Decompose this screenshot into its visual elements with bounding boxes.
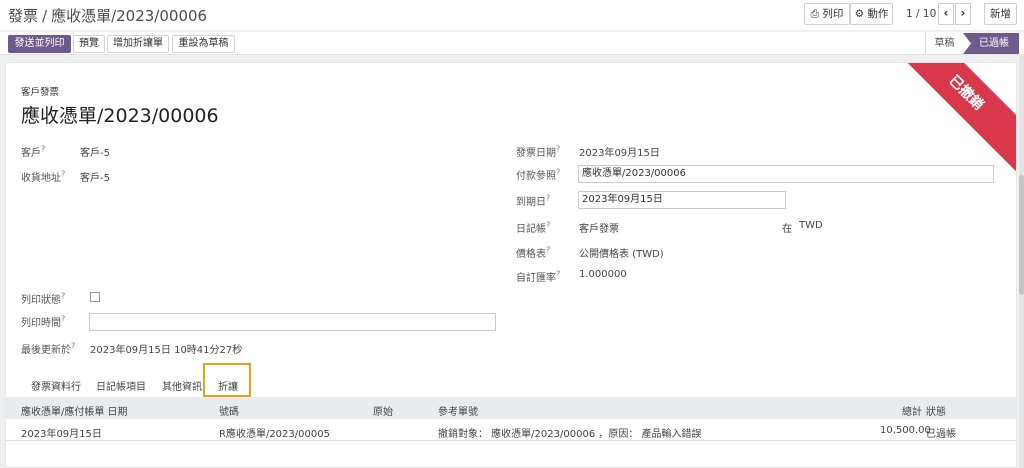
- print-time-label: 列印時間?: [21, 314, 66, 329]
- help-icon[interactable]: ?: [556, 270, 560, 279]
- column-header-reference[interactable]: 參考單號: [438, 403, 478, 418]
- form-statusbar: 發送並列印 預覽 增加折讓單 重設為草稿 草稿 已過帳: [0, 32, 1024, 55]
- row-status: 已過帳: [926, 429, 956, 440]
- print-status-label: 列印狀態?: [21, 291, 66, 306]
- row-reference: 撤銷對象： 應收憑單/2023/00006 ，原因： 產品輸入錯誤: [438, 429, 702, 440]
- invoice-title: 應收憑單/2023/00006: [21, 105, 219, 127]
- journal-in-label: 在: [782, 224, 792, 235]
- help-icon[interactable]: ?: [61, 292, 65, 301]
- help-icon[interactable]: ?: [71, 342, 75, 351]
- print-label: 列印: [822, 8, 844, 20]
- invoice-date-label: 發票日期?: [516, 144, 561, 159]
- print-button[interactable]: ⎙ 列印: [804, 3, 850, 25]
- pager-previous-button[interactable]: ‹: [938, 3, 954, 25]
- customer-label: 客戶?: [21, 144, 46, 159]
- help-icon[interactable]: ?: [546, 246, 550, 255]
- customer-value[interactable]: 客戶-5: [80, 144, 110, 159]
- column-header-date[interactable]: 應收憑單/應付帳單 日期: [21, 403, 128, 418]
- help-icon[interactable]: ?: [546, 194, 550, 203]
- chevron-right-icon: ›: [960, 6, 966, 20]
- payment-reference-input[interactable]: 應收憑單/2023/00006: [578, 165, 994, 183]
- help-icon[interactable]: ?: [546, 221, 550, 230]
- breadcrumb-invoices-link[interactable]: 發票: [8, 7, 38, 25]
- print-status-checkbox[interactable]: [90, 292, 100, 302]
- control-panel: 發票 / 應收憑單/2023/00006 ⎙ 列印 ⚙ 動作 1 / 10 ‹ › …: [0, 0, 1024, 30]
- row-number: R應收憑單/2023/00005: [219, 429, 330, 440]
- last-updated-value: 2023年09月15日 10時41分27秒: [90, 345, 243, 356]
- action-label: 動作: [867, 8, 889, 20]
- pager-value[interactable]: 1 / 10: [906, 8, 936, 20]
- help-icon[interactable]: ?: [556, 145, 560, 154]
- table-row[interactable]: 2023年09月15日 R應收憑單/2023/00005 撤銷對象： 應收憑單/…: [6, 419, 1016, 441]
- column-header-origin[interactable]: 原始: [373, 403, 393, 418]
- ribbon-label: 已撤銷: [945, 72, 987, 114]
- active-tab-highlight: [203, 363, 251, 397]
- form-sheet: 已撤銷 客戶發票 應收憑單/2023/00006 客戶? 客戶-5 收貨地址? …: [5, 62, 1017, 468]
- move-type-label: 客戶發票: [21, 87, 60, 98]
- column-header-total[interactable]: 總計: [902, 403, 922, 418]
- tab-other-info[interactable]: 其他資訊: [162, 378, 202, 393]
- help-icon[interactable]: ?: [41, 145, 45, 154]
- new-button[interactable]: 新增: [984, 3, 1017, 25]
- pricelist-label: 價格表?: [516, 245, 551, 260]
- row-date: 2023年09月15日: [21, 429, 102, 440]
- add-credit-note-button[interactable]: 增加折讓單: [107, 35, 169, 53]
- send-print-button[interactable]: 發送並列印: [8, 35, 71, 53]
- breadcrumb-current: 應收憑單/2023/00006: [51, 7, 208, 25]
- scrollbar-thumb[interactable]: [1019, 175, 1024, 295]
- custom-rate-label: 自訂匯率?: [516, 269, 561, 284]
- delivery-address-label: 收貨地址?: [21, 169, 66, 184]
- reversed-ribbon: 已撤銷: [884, 63, 1016, 175]
- print-icon: ⎙: [810, 8, 820, 20]
- action-button[interactable]: ⚙ 動作: [850, 3, 893, 25]
- column-header-number[interactable]: 號碼: [219, 403, 239, 418]
- tab-invoice-lines[interactable]: 發票資料行: [31, 378, 81, 393]
- help-icon[interactable]: ?: [556, 168, 560, 177]
- journal-label: 日記帳?: [516, 220, 551, 235]
- table-header: 應收憑單/應付帳單 日期 號碼 原始 參考單號 總計 狀態: [6, 397, 1016, 419]
- page-scrollbar[interactable]: [1019, 55, 1024, 468]
- breadcrumb: 發票 / 應收憑單/2023/00006: [8, 5, 207, 26]
- status-draft[interactable]: 草稿: [925, 33, 963, 54]
- row-total: 10,500.00: [880, 425, 931, 436]
- status-posted[interactable]: 已過帳: [963, 33, 1019, 54]
- journal-value[interactable]: 客戶發票: [579, 220, 619, 235]
- column-header-status[interactable]: 狀態: [926, 403, 946, 418]
- print-time-input[interactable]: [89, 313, 496, 331]
- pricelist-value[interactable]: 公開價格表 (TWD): [579, 245, 664, 260]
- due-date-input[interactable]: 2023年09月15日: [578, 191, 786, 209]
- payment-reference-label: 付款參照?: [516, 167, 561, 182]
- help-icon[interactable]: ?: [61, 170, 65, 179]
- currency-value[interactable]: TWD: [799, 220, 823, 231]
- breadcrumb-separator: /: [42, 7, 48, 25]
- custom-rate-value[interactable]: 1.000000: [579, 269, 627, 280]
- tab-journal-items[interactable]: 日記帳項目: [96, 378, 146, 393]
- invoice-date-value[interactable]: 2023年09月15日: [579, 144, 660, 159]
- delivery-address-value[interactable]: 客戶-5: [80, 169, 110, 184]
- due-date-label: 到期日?: [516, 193, 551, 208]
- gear-icon: ⚙: [854, 8, 865, 20]
- pager-next-button[interactable]: ›: [955, 3, 971, 25]
- last-updated-label: 最後更新於?: [21, 341, 76, 356]
- preview-button[interactable]: 預覽: [73, 35, 105, 53]
- chevron-left-icon: ‹: [943, 6, 949, 20]
- reset-to-draft-button[interactable]: 重設為草稿: [172, 35, 235, 53]
- help-icon[interactable]: ?: [61, 315, 65, 324]
